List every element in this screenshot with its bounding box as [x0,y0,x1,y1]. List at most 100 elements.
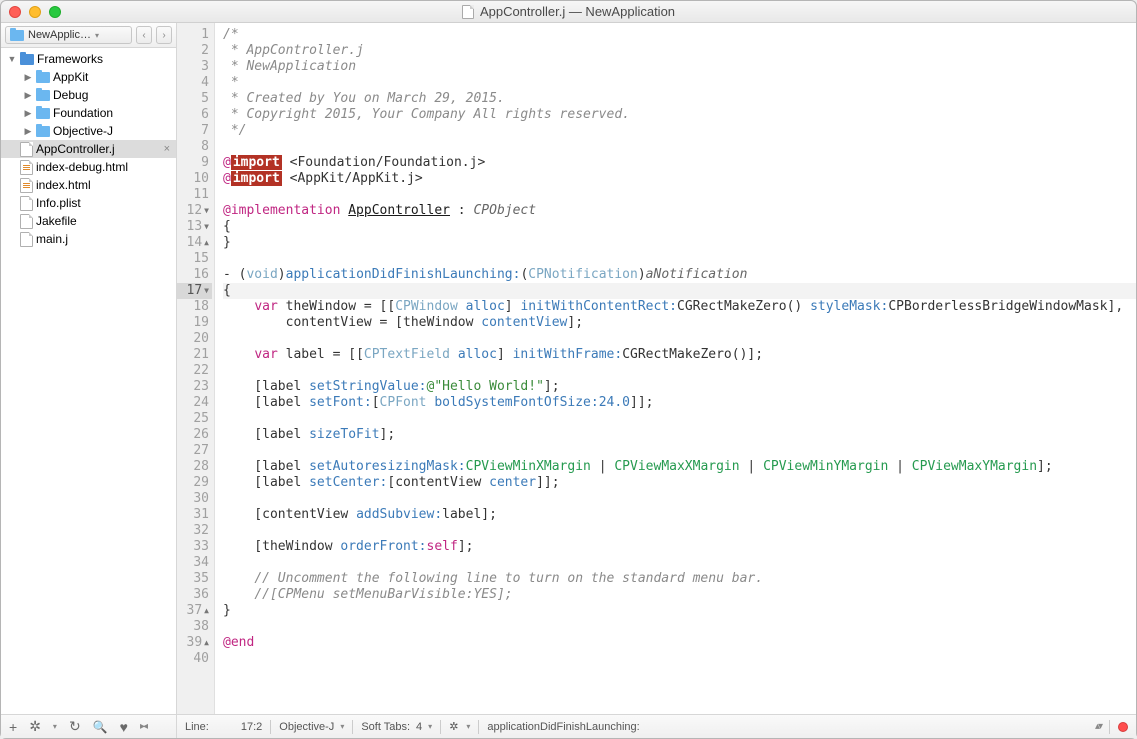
line-number[interactable]: 39▲ [177,635,212,651]
settings-icon[interactable]: ✲ [29,718,41,735]
tree-row[interactable]: ▶Objective-J [1,122,176,140]
line-number[interactable]: 20 [177,331,212,347]
line-number[interactable]: 35 [177,571,212,587]
tree-row[interactable]: index-debug.html [1,158,176,176]
line-number[interactable]: 23 [177,379,212,395]
line-number[interactable]: 8 [177,139,212,155]
nav-back-button[interactable]: ‹ [136,26,152,44]
line-number[interactable]: 13▼ [177,219,212,235]
disclosure-triangle-icon[interactable]: ▶ [23,72,33,83]
code-line[interactable]: @import <AppKit/AppKit.j> [223,171,1136,187]
gear-icon[interactable]: ✲ [449,720,458,733]
code-line[interactable]: @import <Foundation/Foundation.j> [223,155,1136,171]
record-icon[interactable] [1118,722,1128,732]
line-number[interactable]: 36 [177,587,212,603]
line-number[interactable]: 22 [177,363,212,379]
nav-forward-button[interactable]: › [156,26,172,44]
window-zoom-button[interactable] [49,6,61,18]
project-selector[interactable]: NewApplic… ▾ [5,26,132,44]
line-number[interactable]: 9 [177,155,212,171]
line-number[interactable]: 27 [177,443,212,459]
dropdown-icon[interactable]: ▾ [53,722,57,731]
line-number[interactable]: 7 [177,123,212,139]
code-line[interactable] [223,139,1136,155]
line-number[interactable]: 18 [177,299,212,315]
refresh-icon[interactable]: ↻ [69,718,81,735]
code-line[interactable]: [theWindow orderFront:self]; [223,539,1136,555]
fold-marker-icon[interactable]: ▼ [204,203,209,219]
code-line[interactable]: - (void)applicationDidFinishLaunching:(C… [223,267,1136,283]
disclosure-triangle-icon[interactable]: ▶ [23,108,33,119]
line-number[interactable]: 32 [177,523,212,539]
tree-row[interactable]: ▶AppKit [1,68,176,86]
code-line[interactable] [223,251,1136,267]
disclosure-triangle-icon[interactable]: ▶ [23,90,33,101]
code-line[interactable]: var label = [[CPTextField alloc] initWit… [223,347,1136,363]
tree-row[interactable]: ▼Frameworks [1,50,176,68]
code-line[interactable]: [label setFont:[CPFont boldSystemFontOfS… [223,395,1136,411]
line-indicator[interactable]: Line: 17:2 [185,721,262,733]
code-line[interactable]: * [223,75,1136,91]
disclosure-triangle-icon[interactable]: ▶ [23,126,33,137]
line-number[interactable]: 17▼ [177,283,212,299]
line-number[interactable]: 3 [177,59,212,75]
tree-row[interactable]: main.j [1,230,176,248]
file-tree[interactable]: ▼Frameworks▶AppKit▶Debug▶Foundation▶Obje… [1,48,176,714]
code-line[interactable]: { [223,283,1136,299]
code-line[interactable]: } [223,235,1136,251]
code-line[interactable] [223,523,1136,539]
line-number[interactable]: 34 [177,555,212,571]
code-line[interactable]: [contentView addSubview:label]; [223,507,1136,523]
code-line[interactable] [223,491,1136,507]
favorite-icon[interactable]: ♥ [120,719,128,735]
code-line[interactable]: * Created by You on March 29, 2015. [223,91,1136,107]
fold-marker-icon[interactable]: ▼ [204,283,209,299]
line-number[interactable]: 21 [177,347,212,363]
code-line[interactable] [223,411,1136,427]
language-selector[interactable]: Objective-J ▾ [279,721,344,733]
updown-icon[interactable]: ▴▾ [1095,721,1101,732]
fold-marker-icon[interactable]: ▲ [204,635,209,651]
line-number[interactable]: 37▲ [177,603,212,619]
line-number[interactable]: 29 [177,475,212,491]
add-button[interactable]: + [9,719,17,735]
line-number[interactable]: 15 [177,251,212,267]
tree-row[interactable]: ▶Debug [1,86,176,104]
window-minimize-button[interactable] [29,6,41,18]
code-line[interactable]: /* [223,27,1136,43]
code-line[interactable]: */ [223,123,1136,139]
close-icon[interactable]: × [164,143,170,155]
line-number[interactable]: 5 [177,91,212,107]
tree-row[interactable]: AppController.j× [1,140,176,158]
line-number[interactable]: 12▼ [177,203,212,219]
code-line[interactable]: } [223,603,1136,619]
code-line[interactable] [223,555,1136,571]
softtabs-selector[interactable]: Soft Tabs: 4 ▾ [361,721,432,733]
fold-marker-icon[interactable]: ▲ [204,235,209,251]
code-line[interactable]: * NewApplication [223,59,1136,75]
window-close-button[interactable] [9,6,21,18]
line-number[interactable]: 28 [177,459,212,475]
line-number[interactable]: 33 [177,539,212,555]
line-number[interactable]: 4 [177,75,212,91]
code-content[interactable]: /* * AppController.j * NewApplication * … [215,23,1136,714]
disclosure-triangle-icon[interactable]: ▼ [7,54,17,64]
code-line[interactable]: [label setStringValue:@"Hello World!"]; [223,379,1136,395]
code-line[interactable]: contentView = [theWindow contentView]; [223,315,1136,331]
line-number[interactable]: 30 [177,491,212,507]
line-number[interactable]: 1 [177,27,212,43]
fold-marker-icon[interactable]: ▼ [204,219,209,235]
code-line[interactable]: [label sizeToFit]; [223,427,1136,443]
line-number[interactable]: 6 [177,107,212,123]
code-line[interactable] [223,443,1136,459]
code-line[interactable] [223,187,1136,203]
code-line[interactable] [223,651,1136,667]
code-line[interactable] [223,363,1136,379]
fold-marker-icon[interactable]: ▲ [204,603,209,619]
line-number[interactable]: 25 [177,411,212,427]
line-number[interactable]: 19 [177,315,212,331]
code-line[interactable]: { [223,219,1136,235]
line-number[interactable]: 31 [177,507,212,523]
tree-row[interactable]: index.html [1,176,176,194]
code-line[interactable] [223,331,1136,347]
